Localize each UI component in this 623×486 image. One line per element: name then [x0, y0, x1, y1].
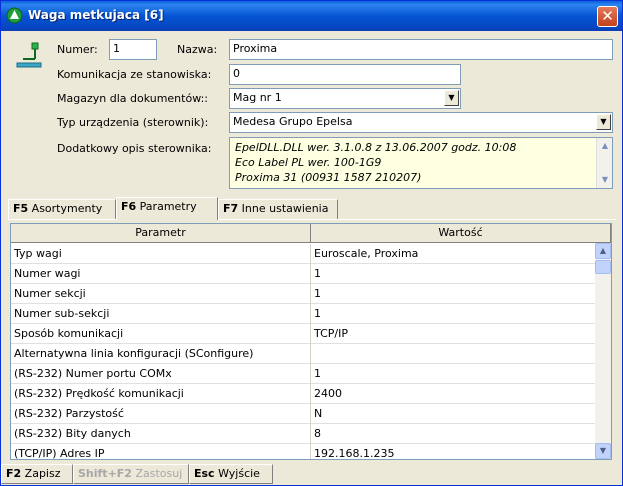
title-bar[interactable]: Waga metkujaca [6] ✕ — [1, 1, 622, 31]
exit-shortcut[interactable]: Esc Wyjście — [189, 464, 273, 484]
value-cell[interactable]: 2400 — [311, 384, 595, 404]
scroll-down-icon[interactable]: ▼ — [595, 443, 611, 459]
param-cell[interactable]: (TCP/IP) Adres IP — [11, 444, 311, 459]
shortcut-label: Zapisz — [24, 467, 61, 480]
param-cell[interactable]: Numer sub-sekcji — [11, 304, 311, 324]
value-cell[interactable]: 8 — [311, 424, 595, 444]
scroll-up-icon[interactable]: ▲ — [595, 243, 611, 259]
param-cell[interactable]: Alternatywna linia konfiguracji (SConfig… — [11, 344, 311, 364]
window-title: Waga metkujaca [6] — [28, 8, 164, 22]
typ-select[interactable]: Medesa Grupo Epelsa ▼ — [229, 112, 613, 133]
scroll-thumb[interactable] — [595, 260, 611, 274]
tab-label: Inne ustawienia — [241, 202, 329, 215]
status-bar: F2 Zapisz Shift+F2 Zastosuj Esc Wyjście — [1, 463, 622, 485]
column-header-parametr[interactable]: Parametr — [11, 224, 311, 243]
numer-field[interactable]: 1 — [109, 39, 157, 60]
opis-label: Dodatkowy opis sterownika: — [57, 142, 212, 155]
table-row[interactable]: (RS-232) Bity danych 8 — [11, 424, 595, 444]
tab-parametry[interactable]: F6 Parametry — [116, 197, 218, 220]
tab-key: F7 — [223, 202, 239, 215]
param-cell[interactable]: (RS-232) Parzystość — [11, 404, 311, 424]
table-row[interactable]: (RS-232) Numer portu COMx 1 — [11, 364, 595, 384]
value-cell[interactable]: 1 — [311, 364, 595, 384]
value-cell[interactable]: 1 — [311, 284, 595, 304]
param-cell[interactable]: Numer sekcji — [11, 284, 311, 304]
opis-line: EpelDLL.DLL wer. 3.1.0.8 z 13.06.2007 go… — [235, 141, 517, 154]
table-row[interactable]: Typ wagi Euroscale, Proxima — [11, 244, 595, 264]
close-button[interactable]: ✕ — [597, 6, 618, 27]
table-row[interactable]: (RS-232) Parzystość N — [11, 404, 595, 424]
tab-asortymenty[interactable]: F5 Asortymenty — [8, 199, 116, 219]
table-row[interactable]: (TCP/IP) Adres IP 192.168.1.235 — [11, 444, 595, 459]
table-row[interactable]: Sposób komunikacji TCP/IP — [11, 324, 595, 344]
param-cell[interactable]: Sposób komunikacji — [11, 324, 311, 344]
param-cell[interactable]: (RS-232) Bity danych — [11, 424, 311, 444]
param-cell[interactable]: (RS-232) Prędkość komunikacji — [11, 384, 311, 404]
scale-device-icon — [16, 42, 42, 68]
value-cell[interactable]: 192.168.1.235 — [311, 444, 595, 459]
shortcut-key: Esc — [194, 467, 215, 480]
value-cell[interactable]: TCP/IP — [311, 324, 595, 344]
app-icon — [6, 7, 23, 24]
scroll-down-icon[interactable]: ▼ — [598, 173, 612, 187]
tab-label: Parametry — [139, 200, 197, 213]
table-row[interactable]: Numer wagi 1 — [11, 264, 595, 284]
opis-line: Eco Label PL wer. 100-1G9 — [235, 156, 382, 169]
grid-scrollbar[interactable]: ▲ ▼ — [595, 243, 611, 459]
param-cell[interactable]: Numer wagi — [11, 264, 311, 284]
value-cell[interactable]: N — [311, 404, 595, 424]
dialog-window: Waga metkujaca [6] ✕ Numer: 1 Nazwa: Pro… — [0, 0, 623, 486]
table-row[interactable]: Numer sub-sekcji 1 — [11, 304, 595, 324]
value-cell[interactable]: 1 — [311, 304, 595, 324]
table-row[interactable]: Numer sekcji 1 — [11, 284, 595, 304]
opis-line: Proxima 31 (00931 1587 210207) — [235, 171, 422, 184]
chevron-down-icon[interactable]: ▼ — [444, 90, 459, 106]
tab-panel-border — [8, 219, 616, 220]
komunikacja-label: Komunikacja ze stanowiska: — [57, 68, 212, 81]
parameters-grid: Parametr Wartość Typ wagi Euroscale, Prox… — [10, 223, 612, 460]
magazyn-value: Mag nr 1 — [233, 91, 282, 104]
chevron-down-icon[interactable]: ▼ — [596, 114, 611, 130]
magazyn-label: Magazyn dla dokumentów:: — [57, 92, 209, 105]
value-cell[interactable] — [311, 344, 595, 364]
param-cell[interactable]: Typ wagi — [11, 244, 311, 264]
column-header-wartosc[interactable]: Wartość — [311, 224, 611, 243]
nazwa-field[interactable]: Proxima — [229, 39, 613, 60]
tab-key: F6 — [121, 200, 137, 213]
typ-value: Medesa Grupo Epelsa — [233, 115, 353, 128]
numer-label: Numer: — [57, 43, 98, 56]
value-cell[interactable]: Euroscale, Proxima — [311, 244, 595, 264]
tab-inne-ustawienia[interactable]: F7 Inne ustawienia — [218, 199, 338, 219]
shortcut-key: F2 — [6, 467, 22, 480]
save-shortcut[interactable]: F2 Zapisz — [1, 464, 73, 484]
tab-key: F5 — [13, 202, 29, 215]
memo-scrollbar[interactable]: ▲ ▼ — [596, 138, 612, 188]
opis-memo[interactable]: EpelDLL.DLL wer. 3.1.0.8 z 13.06.2007 go… — [229, 137, 613, 189]
komunikacja-field[interactable]: 0 — [229, 64, 461, 85]
table-row[interactable]: Alternatywna linia konfiguracji (SConfig… — [11, 344, 595, 364]
shortcut-key: Shift+F2 — [78, 467, 132, 480]
magazyn-select[interactable]: Mag nr 1 ▼ — [229, 88, 461, 109]
shortcut-label: Wyjście — [218, 467, 260, 480]
scroll-up-icon[interactable]: ▲ — [598, 139, 612, 153]
nazwa-label: Nazwa: — [177, 43, 218, 56]
param-cell[interactable]: (RS-232) Numer portu COMx — [11, 364, 311, 384]
typ-label: Typ urządzenia (sterownik): — [57, 116, 209, 129]
shortcut-label: Zastosuj — [135, 467, 183, 480]
tab-label: Asortymenty — [31, 202, 103, 215]
table-row[interactable]: (RS-232) Prędkość komunikacji 2400 — [11, 384, 595, 404]
value-cell[interactable]: 1 — [311, 264, 595, 284]
apply-shortcut[interactable]: Shift+F2 Zastosuj — [73, 464, 189, 484]
